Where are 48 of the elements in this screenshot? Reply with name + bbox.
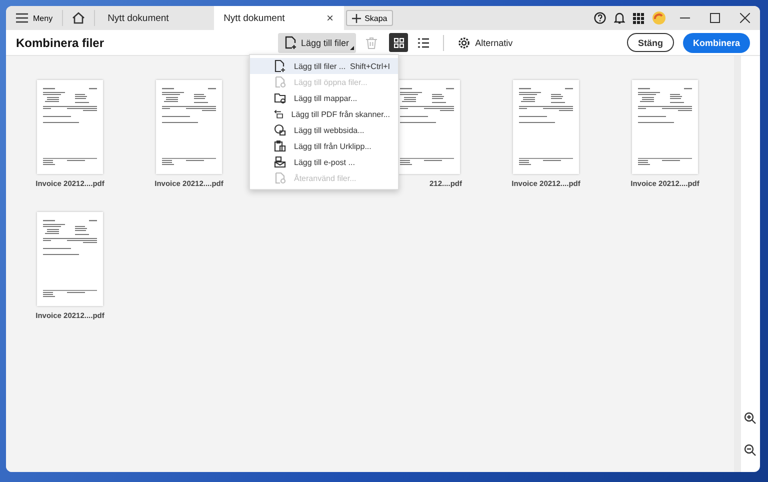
tab-label: Nytt dokument <box>108 12 169 24</box>
envelope-icon <box>274 156 286 168</box>
add-file-icon <box>274 60 286 72</box>
list-icon <box>418 38 430 48</box>
document-icon <box>274 172 286 184</box>
zoom-out-icon[interactable] <box>744 444 756 456</box>
zoom-in-icon[interactable] <box>744 412 756 424</box>
menu-icon <box>16 13 28 23</box>
menu-item[interactable]: Lägg till webbsida... <box>250 122 398 138</box>
shortcut-text: Shift+Ctrl+I <box>350 62 390 70</box>
add-files-button[interactable]: Lägg till filer <box>278 32 356 52</box>
create-button[interactable]: Skapa <box>346 10 394 26</box>
add-file-icon <box>285 36 298 49</box>
grid-view-button[interactable] <box>389 33 408 52</box>
menu-button[interactable]: Meny <box>10 8 59 28</box>
page-title: Kombinera filer <box>16 36 104 50</box>
maximize-icon[interactable] <box>710 13 720 23</box>
document-thumbnail[interactable] <box>632 80 698 174</box>
avatar-icon[interactable] <box>652 11 666 25</box>
grid-icon <box>394 38 404 48</box>
options-button[interactable]: Alternativ <box>452 36 519 50</box>
home-icon <box>72 12 85 24</box>
folder-icon <box>274 92 286 104</box>
menu-item[interactable]: Lägg till e-post ... <box>250 154 398 170</box>
document-thumbnail[interactable] <box>37 212 103 306</box>
help-icon[interactable] <box>594 12 606 24</box>
document-thumbnail[interactable] <box>156 80 222 174</box>
clipboard-icon <box>274 140 286 152</box>
document-tab[interactable]: Nytt dokument × <box>214 6 344 30</box>
close-tab-button[interactable]: × <box>326 11 334 25</box>
gear-icon <box>458 36 470 48</box>
apps-grid-icon[interactable] <box>633 12 644 24</box>
tab-label: Nytt dokument <box>224 12 285 24</box>
menu-item[interactable]: Lägg till filer ... Shift+Ctrl+I <box>250 58 398 74</box>
scanner-icon <box>274 108 284 120</box>
document-tab[interactable]: Nytt dokument <box>98 6 198 30</box>
menu-item[interactable]: Lägg till från Urklipp... <box>250 138 398 154</box>
caret-icon <box>350 46 354 50</box>
document-thumbnail[interactable] <box>37 80 103 174</box>
document-icon <box>274 76 286 88</box>
bell-icon[interactable] <box>614 12 625 24</box>
close-icon[interactable] <box>740 13 750 23</box>
plus-icon <box>352 14 361 22</box>
combine-button[interactable]: Kombinera <box>682 32 750 52</box>
document-thumbnail[interactable] <box>513 80 579 174</box>
menu-item[interactable]: Lägg till mappar... <box>250 90 398 106</box>
menu-item[interactable]: Lägg till PDF från skanner... <box>250 106 398 122</box>
close-button[interactable]: Stäng <box>626 33 674 52</box>
